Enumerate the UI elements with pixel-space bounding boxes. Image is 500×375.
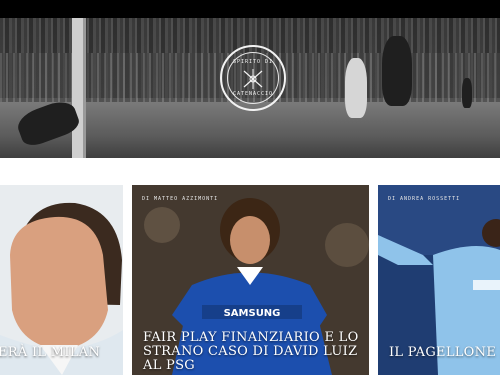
hero-player-light — [345, 58, 367, 118]
article-title: ERÀ IL MILAN — [0, 345, 101, 360]
svg-text:SAMSUNG: SAMSUNG — [224, 308, 281, 319]
article-title: IL PAGELLONE DELL'INVE — [389, 345, 500, 360]
crossed-arrows-icon — [243, 69, 263, 89]
article-author: DI MATTEO AZZIMONTI — [142, 196, 219, 202]
article-card[interactable]: SAMSUNG DI MATTEO AZZIMONTI FAIR PLAY FI… — [132, 185, 369, 375]
site-logo[interactable]: SPIRITO DI CATENACCIO — [220, 45, 286, 111]
site-logo-text-top: SPIRITO DI — [232, 59, 274, 65]
hero-player-small — [462, 78, 472, 108]
article-author: DI ANDREA ROSSETTI — [388, 196, 461, 202]
article-card[interactable]: DI ANDREA ROSSETTI IL PAGELLONE DELL'INV… — [378, 185, 500, 375]
hero-player-dark — [382, 36, 412, 106]
hero-goal-post — [72, 18, 86, 158]
article-card[interactable]: ERÀ IL MILAN — [0, 185, 123, 375]
hero-banner: SPIRITO DI CATENACCIO — [0, 18, 500, 158]
article-title: FAIR PLAY FINANZIARIO E LO STRANO CASO D… — [143, 330, 359, 373]
top-bar — [0, 0, 500, 18]
site-logo-text-bottom: CATENACCIO — [232, 91, 274, 97]
